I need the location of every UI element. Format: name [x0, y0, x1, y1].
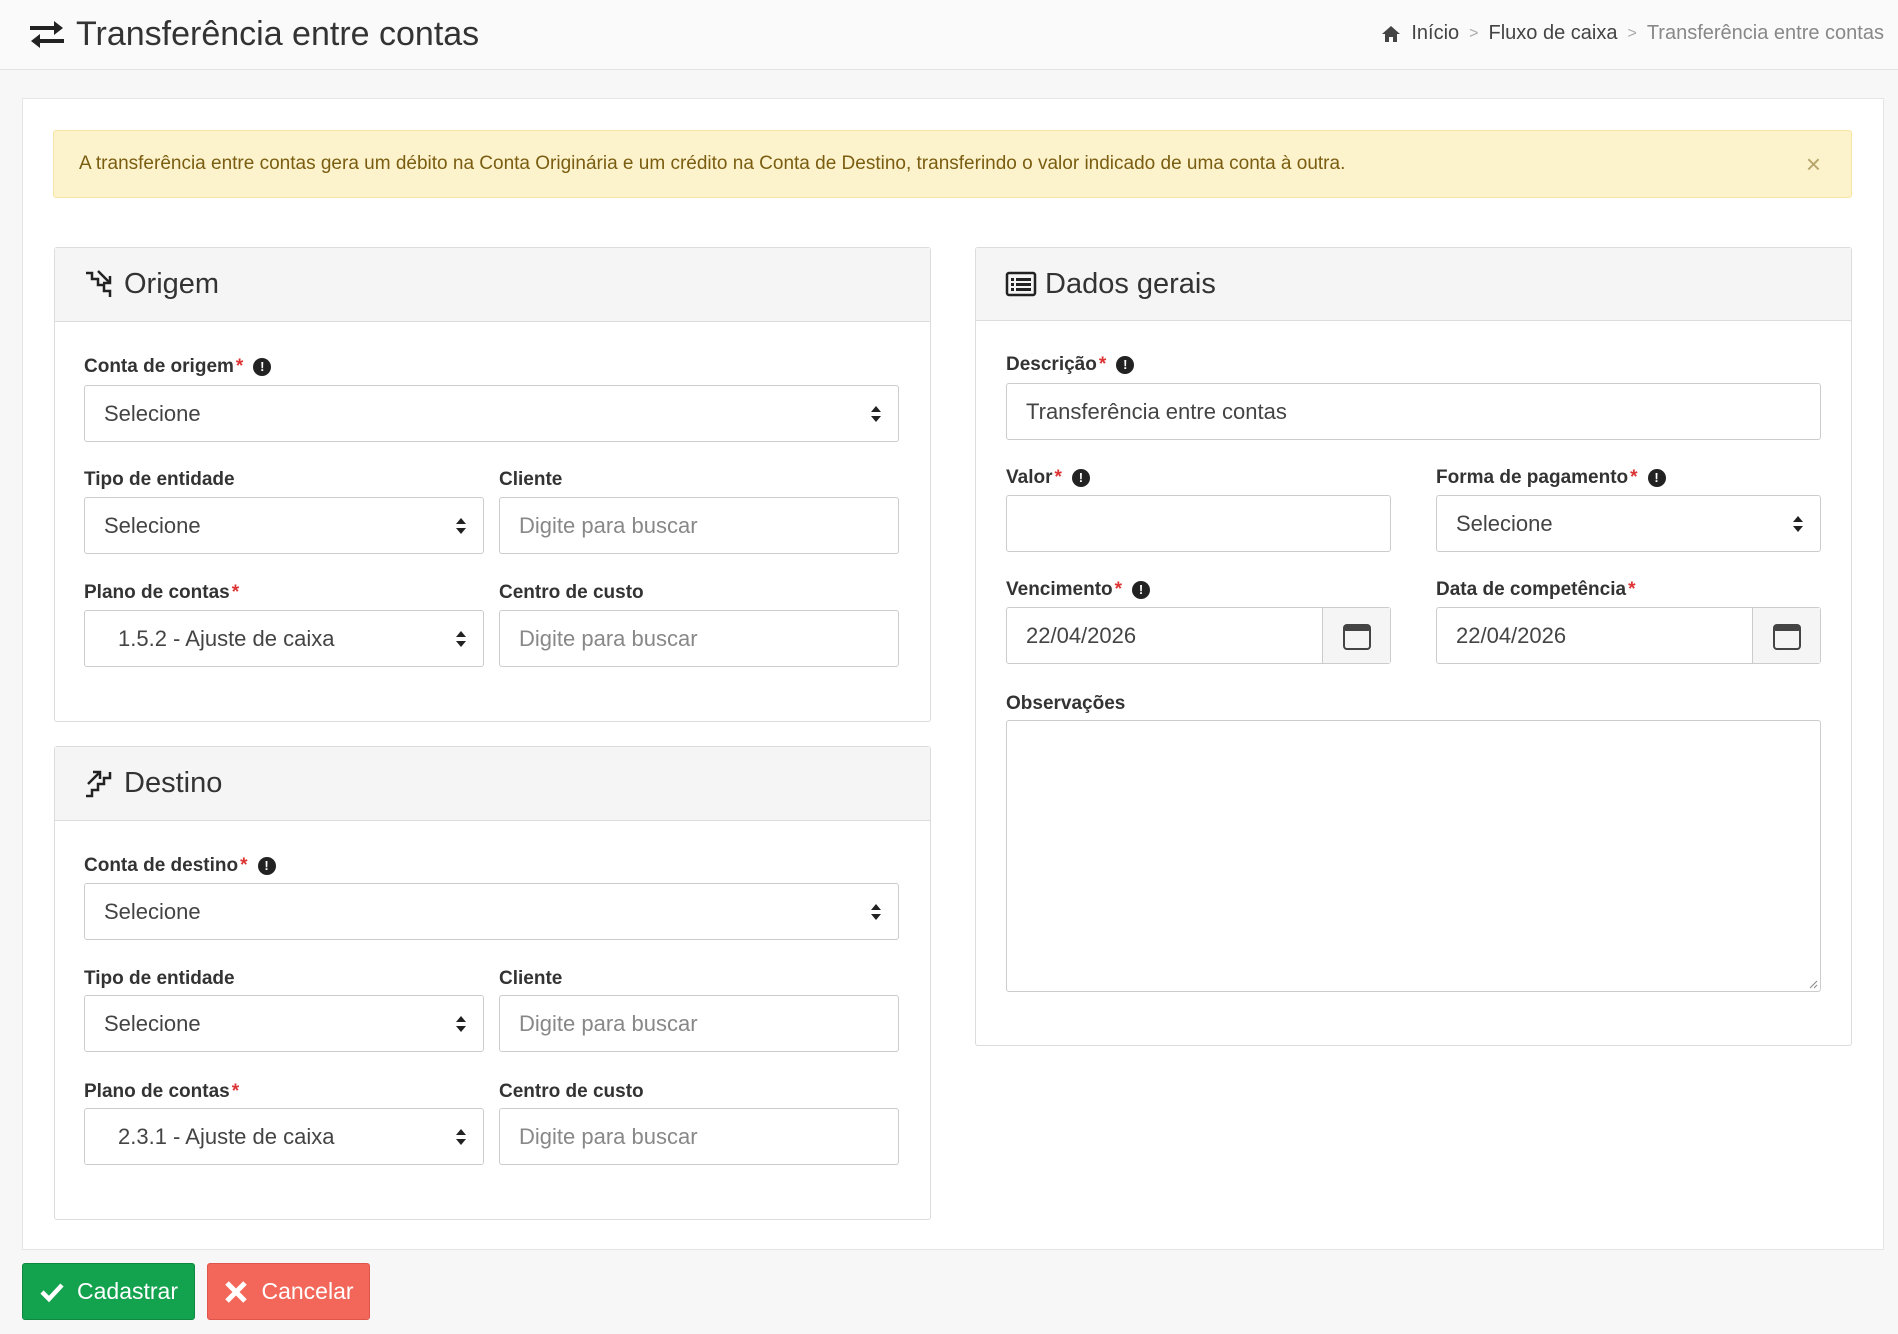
- data-competencia-label: Data de competência *: [1436, 579, 1636, 600]
- info-icon: !: [1071, 469, 1090, 487]
- select-arrows-icon: [456, 1016, 466, 1032]
- data-competencia-input[interactable]: 22/04/2026: [1436, 607, 1821, 664]
- observacoes-textarea[interactable]: [1006, 720, 1821, 992]
- valor-label: Valor *!: [1006, 467, 1090, 489]
- cliente-origem-input[interactable]: Digite para buscar: [499, 497, 899, 554]
- descricao-input[interactable]: Transferência entre contas: [1006, 383, 1821, 440]
- page-title-text: Transferência entre contas: [76, 14, 480, 53]
- observacoes-label: Observações: [1006, 693, 1126, 714]
- breadcrumb-separator: >: [1627, 24, 1637, 42]
- conta-origem-select[interactable]: Selecione: [84, 385, 899, 442]
- plano-contas-origem-select[interactable]: 1.5.2 - Ajuste de caixa: [84, 610, 484, 667]
- alert-text: A transferência entre contas gera um déb…: [79, 153, 1346, 174]
- competencia-calendar-button[interactable]: [1752, 608, 1820, 663]
- stairs-up-icon: [86, 770, 112, 797]
- breadcrumb-separator: >: [1469, 24, 1479, 42]
- cliente-destino-label: Cliente: [499, 968, 563, 989]
- tipo-entidade-origem-label: Tipo de entidade: [84, 469, 235, 490]
- vencimento-calendar-button[interactable]: [1322, 608, 1390, 663]
- select-arrows-icon: [456, 1129, 466, 1145]
- info-alert: A transferência entre contas gera um déb…: [53, 130, 1852, 198]
- destino-panel-header: Destino: [55, 747, 930, 821]
- info-icon: !: [1647, 469, 1666, 487]
- plano-contas-destino-select[interactable]: 2.3.1 - Ajuste de caixa: [84, 1108, 484, 1165]
- page-title: Transferência entre contas: [28, 12, 479, 56]
- forma-pagamento-select[interactable]: Selecione: [1436, 495, 1821, 552]
- centro-custo-destino-input[interactable]: Digite para buscar: [499, 1108, 899, 1165]
- dados-gerais-panel-header: Dados gerais: [976, 248, 1851, 321]
- origem-panel-header: Origem: [55, 248, 930, 322]
- vencimento-label: Vencimento *!: [1006, 579, 1151, 601]
- transfer-icon: [30, 21, 64, 48]
- plano-contas-origem-label: Plano de contas *: [84, 582, 240, 603]
- conta-destino-label: Conta de destino *!: [84, 855, 276, 877]
- breadcrumb-current: Transferência entre contas: [1646, 22, 1884, 44]
- tipo-entidade-origem-select[interactable]: Selecione: [84, 497, 484, 554]
- select-arrows-icon: [1793, 516, 1803, 532]
- breadcrumb-cashflow[interactable]: Fluxo de caixa: [1489, 22, 1618, 45]
- resize-grip-icon[interactable]: [1808, 979, 1818, 989]
- cliente-destino-input[interactable]: Digite para buscar: [499, 995, 899, 1052]
- select-arrows-icon: [871, 406, 881, 422]
- dados-gerais-title: Dados gerais: [1045, 267, 1216, 300]
- valor-input[interactable]: [1006, 495, 1391, 552]
- tipo-entidade-destino-select[interactable]: Selecione: [84, 995, 484, 1052]
- select-arrows-icon: [871, 904, 881, 920]
- cadastrar-button[interactable]: Cadastrar: [22, 1263, 195, 1320]
- breadcrumb-home[interactable]: Início: [1411, 22, 1459, 45]
- origem-title: Origem: [124, 268, 220, 300]
- descricao-label: Descrição *!: [1006, 354, 1135, 376]
- conta-origem-label: Conta de origem *!: [84, 356, 272, 378]
- centro-custo-origem-input[interactable]: Digite para buscar: [499, 610, 899, 667]
- conta-destino-select[interactable]: Selecione: [84, 883, 899, 940]
- cancelar-button[interactable]: Cancelar: [207, 1263, 370, 1320]
- tipo-entidade-destino-label: Tipo de entidade: [84, 968, 235, 989]
- select-arrows-icon: [456, 518, 466, 534]
- breadcrumb: Início > Fluxo de caixa > Transferência …: [1381, 22, 1884, 45]
- centro-custo-destino-label: Centro de custo: [499, 1081, 644, 1102]
- centro-custo-origem-label: Centro de custo: [499, 582, 644, 603]
- info-icon: !: [1116, 356, 1135, 374]
- check-icon: [40, 1282, 64, 1302]
- calendar-icon: [1772, 623, 1801, 650]
- home-icon: [1382, 25, 1401, 42]
- info-icon: !: [253, 358, 272, 376]
- info-icon: !: [1132, 581, 1151, 599]
- info-icon: !: [257, 857, 276, 875]
- vencimento-input[interactable]: 22/04/2026: [1006, 607, 1391, 664]
- page-header: Transferência entre contas Início > Flux…: [0, 0, 1898, 70]
- alert-close-icon[interactable]: ×: [1806, 149, 1821, 179]
- select-arrows-icon: [456, 631, 466, 647]
- calendar-icon: [1342, 623, 1371, 650]
- forma-pagamento-label: Forma de pagamento *!: [1436, 467, 1666, 489]
- cliente-origem-label: Cliente: [499, 469, 563, 490]
- list-alt-icon: [1005, 271, 1037, 297]
- plano-contas-destino-label: Plano de contas *: [84, 1081, 240, 1102]
- destino-title: Destino: [124, 767, 223, 799]
- times-icon: [225, 1280, 248, 1303]
- stairs-down-icon: [86, 269, 112, 297]
